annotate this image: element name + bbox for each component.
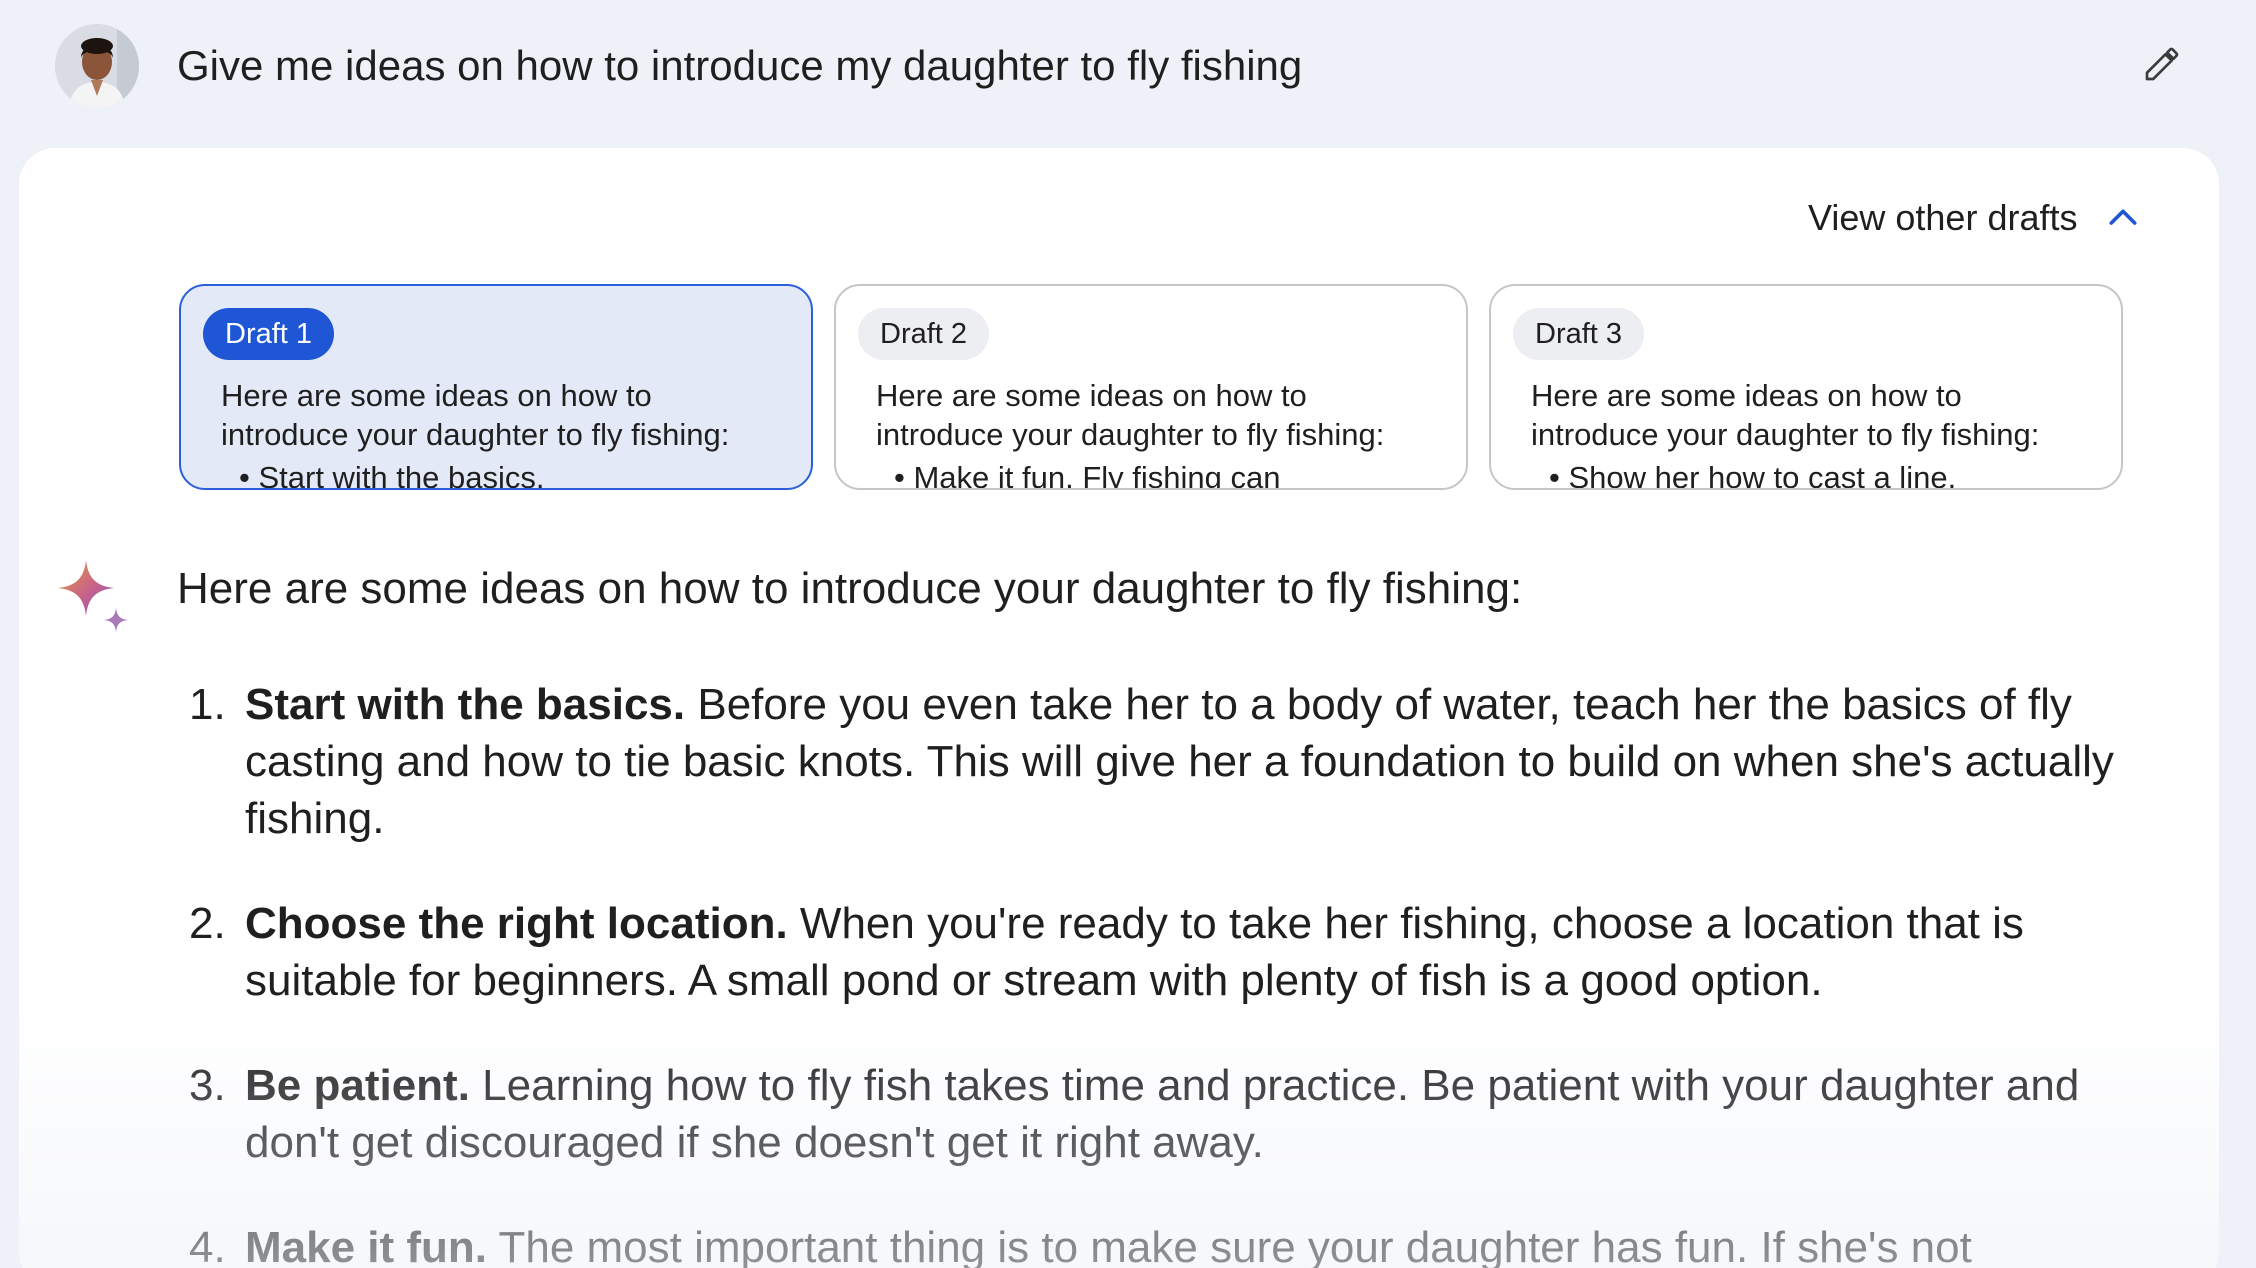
draft-label: Draft 2 bbox=[858, 308, 990, 360]
list-item-number: 3. bbox=[189, 1061, 226, 1110]
list-item-number: 1. bbox=[189, 680, 226, 729]
list-item-body: The most important thing is to make sure… bbox=[498, 1223, 1972, 1268]
list-item: 4. Make it fun. The most important thing… bbox=[177, 1219, 2117, 1268]
list-item-title: Be patient. bbox=[245, 1061, 470, 1110]
draft-preview-text: Here are some ideas on how to introduce … bbox=[1531, 378, 2040, 452]
list-item-body: Learning how to fly fish takes time and … bbox=[245, 1061, 2080, 1167]
list-item-number: 4. bbox=[189, 1223, 226, 1268]
draft-card-3[interactable]: Draft 3 Here are some ideas on how to in… bbox=[1489, 284, 2123, 490]
response-intro: Here are some ideas on how to introduce … bbox=[177, 564, 1523, 613]
prompt-row: Give me ideas on how to introduce my dau… bbox=[0, 0, 2256, 140]
draft-card-2[interactable]: Draft 2 Here are some ideas on how to in… bbox=[834, 284, 1468, 490]
sparkle-icon bbox=[58, 560, 128, 632]
list-item-title: Make it fun. bbox=[245, 1223, 488, 1268]
avatar-image bbox=[55, 24, 139, 108]
list-item-number: 2. bbox=[189, 899, 226, 948]
avatar bbox=[55, 24, 139, 108]
draft-preview-bullet: • Start with the basics. bbox=[239, 460, 545, 490]
prompt-text: Give me ideas on how to introduce my dau… bbox=[177, 42, 1303, 89]
view-other-drafts-label: View other drafts bbox=[1808, 197, 2078, 238]
list-item-title: Choose the right location. bbox=[245, 899, 788, 948]
response-list: 1. Start with the basics. Before you eve… bbox=[177, 676, 2117, 1268]
pencil-icon bbox=[2145, 47, 2179, 81]
draft-label: Draft 1 bbox=[203, 308, 335, 360]
list-item: 2. Choose the right location. When you'r… bbox=[177, 895, 2117, 1009]
draft-card-1[interactable]: Draft 1 Here are some ideas on how to in… bbox=[179, 284, 813, 490]
draft-label: Draft 3 bbox=[1513, 308, 1645, 360]
list-item-title: Start with the basics. bbox=[245, 680, 686, 729]
list-item: 1. Start with the basics. Before you eve… bbox=[177, 676, 2117, 847]
chevron-up-icon bbox=[2109, 209, 2137, 225]
draft-preview-text: Here are some ideas on how to introduce … bbox=[221, 378, 730, 452]
list-item: 3. Be patient. Learning how to fly fish … bbox=[177, 1057, 2117, 1171]
draft-preview-bullet: • Make it fun. Fly fishing can bbox=[894, 460, 1281, 490]
draft-preview-bullet: • Show her how to cast a line. bbox=[1549, 460, 1957, 490]
draft-preview-text: Here are some ideas on how to introduce … bbox=[876, 378, 1385, 452]
view-other-drafts-toggle[interactable]: View other drafts bbox=[1808, 196, 2143, 240]
edit-prompt-button[interactable] bbox=[2138, 40, 2186, 88]
